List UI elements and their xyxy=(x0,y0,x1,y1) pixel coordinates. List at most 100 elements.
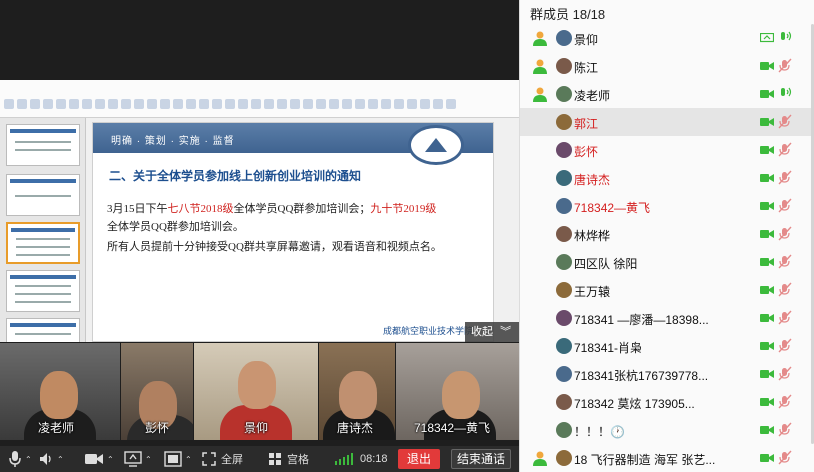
admin-person-icon xyxy=(533,31,547,46)
slide-thumbnails-pane xyxy=(0,118,86,342)
microphone-speaking-icon[interactable] xyxy=(778,30,792,46)
member-name: 彭怀 xyxy=(574,145,599,159)
member-name: 陈江 xyxy=(574,61,599,75)
microphone-speaking-icon[interactable] xyxy=(778,86,792,102)
end-call-button[interactable]: 结束通话 xyxy=(451,449,511,469)
member-row[interactable]: 718342—黄飞 xyxy=(520,192,814,220)
microphone-muted-icon[interactable] xyxy=(778,366,792,382)
microphone-muted-icon[interactable] xyxy=(778,198,792,214)
avatar xyxy=(556,394,572,410)
slide-thumbnail[interactable] xyxy=(6,318,80,342)
microphone-muted-icon[interactable] xyxy=(778,226,792,242)
slide-paragraph-1: 3月15日下午七八节2018级全体学员QQ群参加培训会；九十节2019级 xyxy=(107,203,437,215)
collapse-button[interactable]: 收起 ︾ xyxy=(465,322,519,342)
microphone-muted-icon[interactable] xyxy=(778,114,792,130)
member-row[interactable]: 景仰 xyxy=(520,24,814,52)
school-logo-icon xyxy=(408,125,464,165)
member-row[interactable]: 唐诗杰 xyxy=(520,164,814,192)
microphone-muted-icon[interactable] xyxy=(778,254,792,270)
member-row[interactable]: 凌老师 xyxy=(520,80,814,108)
member-name: 四区队 徐阳 xyxy=(574,257,638,271)
member-name: 凌老师 xyxy=(574,89,611,103)
video-camera-icon xyxy=(760,286,774,294)
video-tile[interactable]: 718342—黄飞 xyxy=(396,343,519,440)
share-content-button[interactable]: ⌃ xyxy=(164,446,192,472)
video-tile[interactable]: 唐诗杰 xyxy=(319,343,395,440)
share-screen-button[interactable]: ⌃ xyxy=(124,446,152,472)
slide-header-bar: 明确 · 策划 · 实施 · 监督 xyxy=(93,123,493,165)
video-tile[interactable]: 彭怀 xyxy=(121,343,193,440)
avatar xyxy=(556,142,572,158)
slide-thumbnail[interactable] xyxy=(6,124,80,166)
video-camera-icon xyxy=(760,314,774,322)
slide-title: 二、关于全体学员参加线上创新创业培训的通知 xyxy=(109,169,362,183)
member-row[interactable]: 18 飞行器制造 海军 张艺... xyxy=(520,444,814,472)
member-name: 18 飞行器制造 海军 张艺... xyxy=(574,453,716,467)
video-camera-icon xyxy=(760,230,774,238)
microphone-muted-icon[interactable] xyxy=(778,58,792,74)
call-timer: 08:18 xyxy=(360,453,388,465)
avatar xyxy=(556,198,572,214)
member-row[interactable]: 718341-肖枭 xyxy=(520,332,814,360)
microphone-muted-icon[interactable] xyxy=(778,338,792,354)
speaker-button[interactable]: ⌃ xyxy=(38,446,64,472)
admin-person-icon xyxy=(533,87,547,102)
avatar xyxy=(556,114,572,130)
grid-view-button[interactable]: 宫格 xyxy=(268,446,309,472)
member-row[interactable]: 郭江 xyxy=(520,108,814,136)
member-name: ！！！🕐 xyxy=(574,425,625,439)
member-row[interactable]: 718342 莫炫 173905... xyxy=(520,388,814,416)
member-row[interactable]: 718341张杭176739778... xyxy=(520,360,814,388)
avatar xyxy=(556,450,572,466)
ppt-toolbar-icons xyxy=(4,94,515,114)
member-name: 718341张杭176739778... xyxy=(574,369,709,383)
microphone-button[interactable]: ⌃ xyxy=(8,446,32,472)
video-camera-icon xyxy=(760,90,774,98)
member-name: 718342 莫炫 173905... xyxy=(574,397,695,411)
microphone-muted-icon[interactable] xyxy=(778,450,792,466)
video-tiles: 凌老师 彭怀 景仰 唐诗杰 718342—黄飞 xyxy=(0,343,519,440)
slide-thumbnail-selected[interactable] xyxy=(6,222,80,264)
chevron-down-icon: ︾ xyxy=(500,326,512,338)
qq-group-video-call: 明确 · 策划 · 实施 · 监督 二、关于全体学员参加线上创新创业培训的通知 … xyxy=(0,0,814,472)
avatar xyxy=(556,422,572,438)
video-camera-icon xyxy=(760,370,774,378)
microphone-icon xyxy=(9,451,21,467)
leave-button[interactable]: 退出 xyxy=(398,449,440,469)
microphone-muted-icon[interactable] xyxy=(778,422,792,438)
video-tile[interactable]: 景仰 xyxy=(194,343,318,440)
member-row[interactable]: 王万辕 xyxy=(520,276,814,304)
avatar xyxy=(556,170,572,186)
video-camera-icon xyxy=(760,398,774,406)
member-row[interactable]: 四区队 徐阳 xyxy=(520,248,814,276)
member-name: 王万辕 xyxy=(574,285,611,299)
member-row[interactable]: 718341 —廖潘—18398... xyxy=(520,304,814,332)
member-row[interactable]: 林烨桦 xyxy=(520,220,814,248)
microphone-muted-icon[interactable] xyxy=(778,142,792,158)
member-name: 718341-肖枭 xyxy=(574,341,643,355)
microphone-muted-icon[interactable] xyxy=(778,170,792,186)
video-stage: 明确 · 策划 · 实施 · 监督 二、关于全体学员参加线上创新创业培训的通知 … xyxy=(0,0,519,472)
avatar xyxy=(556,226,572,242)
call-toolbar: ⌃ ⌃ ⌃ ⌃ ⌃ 全屏 宫格 08:18 退出 结束通话 xyxy=(0,446,519,472)
screen-share-view[interactable]: 明确 · 策划 · 实施 · 监督 二、关于全体学员参加线上创新创业培训的通知 … xyxy=(0,80,519,342)
camera-button[interactable]: ⌃ xyxy=(84,446,114,472)
ppt-ribbon xyxy=(0,80,519,118)
video-camera-icon xyxy=(760,258,774,266)
signal-strength-icon xyxy=(335,453,353,465)
microphone-muted-icon[interactable] xyxy=(778,310,792,326)
slide-thumbnail[interactable] xyxy=(6,270,80,312)
microphone-muted-icon[interactable] xyxy=(778,282,792,298)
microphone-muted-icon[interactable] xyxy=(778,394,792,410)
tile-name: 唐诗杰 xyxy=(337,421,374,435)
member-row[interactable]: 彭怀 xyxy=(520,136,814,164)
share-screen-icon xyxy=(124,451,142,467)
avatar xyxy=(556,282,572,298)
fullscreen-button[interactable]: 全屏 xyxy=(202,446,243,472)
slide-paragraph-2: 全体学员QQ群参加培训会。 xyxy=(107,221,244,233)
video-tile[interactable]: 凌老师 xyxy=(0,343,120,440)
member-row[interactable]: 陈江 xyxy=(520,52,814,80)
member-row[interactable]: ！！！🕐 xyxy=(520,416,814,444)
network-status: 08:18 xyxy=(334,446,388,472)
slide-thumbnail[interactable] xyxy=(6,174,80,216)
